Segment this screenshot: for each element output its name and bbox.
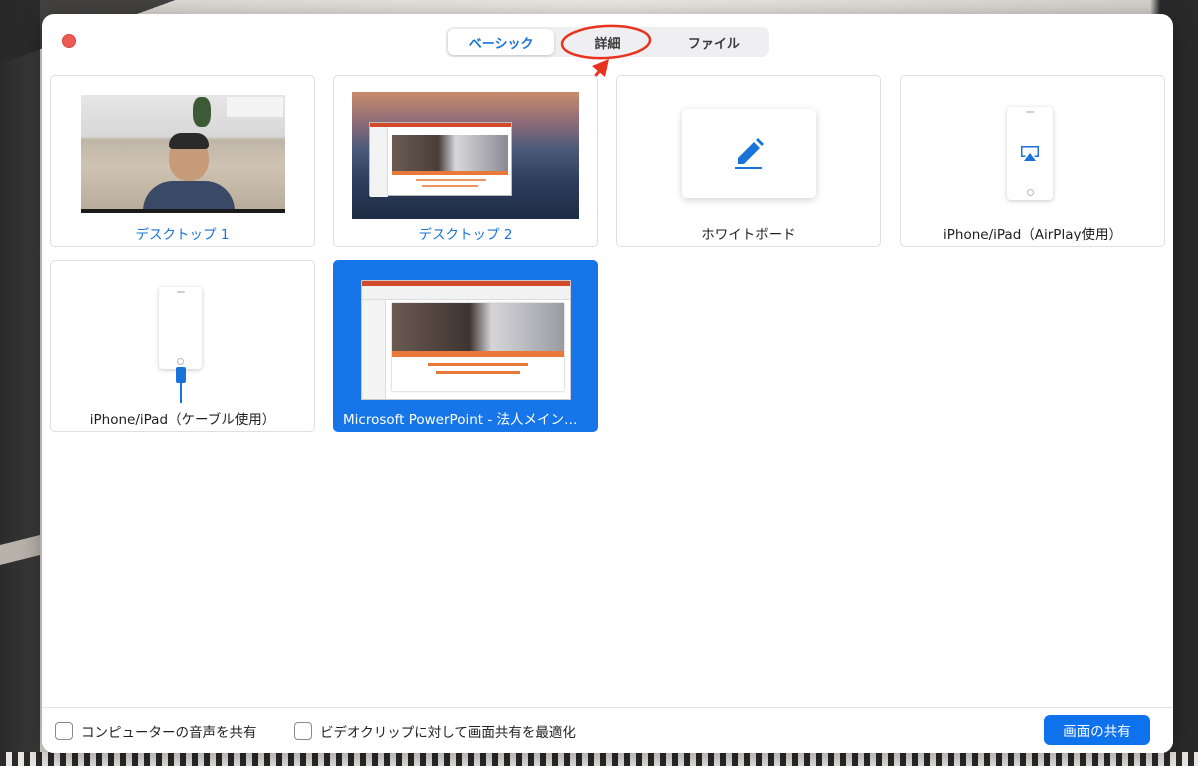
checkbox-box[interactable] [55, 722, 73, 740]
ipad-device [1007, 107, 1053, 200]
tab-advanced[interactable]: 詳細 [554, 29, 660, 55]
share-audio-label: コンピューターの音声を共有 [81, 725, 257, 741]
share-audio-checkbox[interactable]: コンピューターの音声を共有 [55, 721, 257, 741]
powerpoint-thumbnail [361, 280, 571, 400]
iphone-device [159, 287, 202, 369]
room-window [227, 97, 283, 117]
source-card-airplay[interactable]: iPhone/iPad（AirPlay使用） [900, 75, 1165, 247]
desktop-2-thumbnail [352, 92, 579, 219]
checkbox-box[interactable] [294, 722, 312, 740]
close-icon[interactable] [62, 34, 76, 48]
optimize-video-checkbox[interactable]: ビデオクリップに対して画面共有を最適化 [294, 721, 576, 741]
pen-icon [735, 138, 764, 169]
optimize-video-label: ビデオクリップに対して画面共有を最適化 [320, 725, 576, 741]
source-label: iPhone/iPad（ケーブル使用） [89, 412, 276, 426]
source-label: ホワイトボード [701, 227, 796, 241]
source-card-cable[interactable]: iPhone/iPad（ケーブル使用） [50, 260, 315, 432]
tab-files[interactable]: ファイル [661, 29, 767, 55]
tab-basic[interactable]: ベーシック [448, 29, 555, 55]
share-screen-dialog: ベーシック 詳細 ファイル デスクトップ 1 デスクトップ 2 ホワイトボード … [42, 14, 1173, 753]
tab-bar: ベーシック 詳細 ファイル [446, 27, 769, 57]
taskbar [81, 209, 285, 213]
source-label: デスクトップ 2 [418, 227, 513, 241]
source-label: iPhone/iPad（AirPlay使用） [943, 227, 1122, 241]
airplay-icon [1021, 146, 1039, 161]
dialog-footer: コンピューターの音声を共有 ビデオクリップに対して画面共有を最適化 画面の共有 [42, 707, 1173, 753]
share-screen-button[interactable]: 画面の共有 [1044, 715, 1150, 745]
source-card-whiteboard[interactable]: ホワイトボード [616, 75, 881, 247]
background-floor [0, 752, 1198, 766]
powerpoint-window-mini [369, 122, 512, 197]
source-card-desktop-2[interactable]: デスクトップ 2 [333, 75, 598, 247]
whiteboard-preview [682, 109, 816, 198]
source-label: Microsoft PowerPoint - 法人メインの税理士のための融資株式… [343, 412, 597, 426]
source-card-desktop-1[interactable]: デスクトップ 1 [50, 75, 315, 247]
cable-icon [176, 367, 186, 403]
room-plant [193, 97, 211, 127]
person-hair [169, 133, 209, 149]
source-card-powerpoint[interactable]: Microsoft PowerPoint - 法人メインの税理士のための融資株式… [333, 260, 598, 432]
source-label: デスクトップ 1 [135, 227, 230, 241]
background-stripe [0, 535, 40, 565]
desktop-1-thumbnail [81, 95, 285, 213]
